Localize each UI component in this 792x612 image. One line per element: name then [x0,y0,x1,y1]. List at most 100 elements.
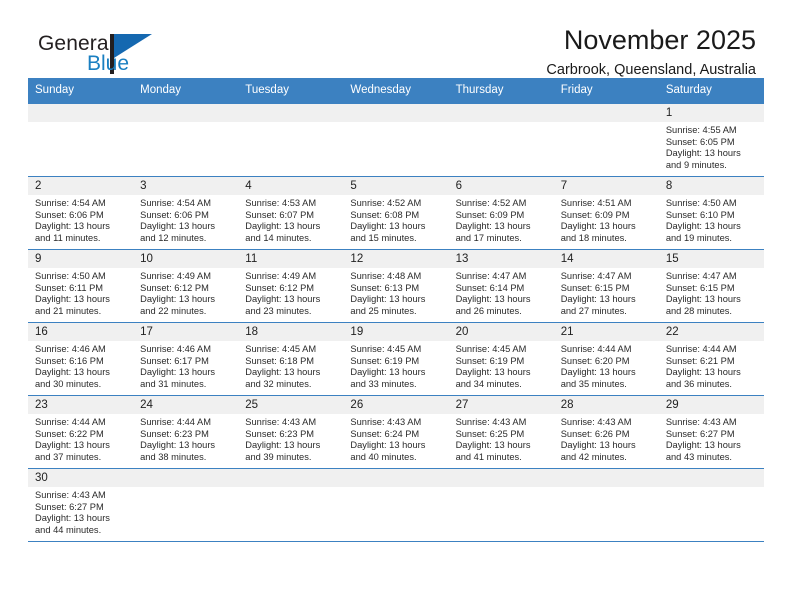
daylight-text-line2: and 28 minutes. [665,305,732,316]
day-cell[interactable]: 17 Sunrise: 4:46 AM Sunset: 6:17 PM Dayl… [133,322,239,396]
day-cell[interactable]: 15 Sunrise: 4:47 AM Sunset: 6:15 PM Dayl… [658,249,764,323]
sunrise-text: Sunrise: 4:46 AM [35,344,106,354]
sunset-text: Sunset: 6:15 PM [560,282,630,293]
day-details [133,487,238,490]
day-details: Sunrise: 4:48 AM Sunset: 6:13 PM Dayligh… [343,268,448,317]
daylight-text-line2: and 38 minutes. [140,451,207,462]
calendar-week-row: 2 Sunrise: 4:54 AM Sunset: 6:06 PM Dayli… [28,176,764,250]
daylight-text-line1: Daylight: 13 hours [455,440,531,451]
sunset-text: Sunset: 6:16 PM [35,355,104,366]
sunset-text: Sunset: 6:13 PM [350,282,420,293]
day-cell[interactable]: 9 Sunrise: 4:50 AM Sunset: 6:11 PM Dayli… [28,249,134,323]
weekday-header-tuesday: Tuesday [238,78,344,104]
daylight-text-line2: and 31 minutes. [140,378,207,389]
day-number: 15 [658,250,764,268]
day-cell[interactable]: 13 Sunrise: 4:47 AM Sunset: 6:14 PM Dayl… [448,249,554,323]
sunset-text: Sunset: 6:10 PM [665,209,735,220]
day-number: 24 [133,396,239,414]
sunset-text: Sunset: 6:09 PM [455,209,525,220]
sunrise-sunset-calendar: Sunday Monday Tuesday Wednesday Thursday… [28,78,764,542]
day-number [343,104,449,122]
day-cell[interactable]: 7 Sunrise: 4:51 AM Sunset: 6:09 PM Dayli… [553,176,659,250]
calendar-week-row: 9 Sunrise: 4:50 AM Sunset: 6:11 PM Dayli… [28,249,764,323]
daylight-text-line2: and 19 minutes. [665,232,732,243]
day-cell[interactable]: 5 Sunrise: 4:52 AM Sunset: 6:08 PM Dayli… [343,176,449,250]
daylight-text-line1: Daylight: 13 hours [665,221,741,232]
day-number: 1 [658,104,764,122]
day-cell[interactable]: 2 Sunrise: 4:54 AM Sunset: 6:06 PM Dayli… [28,176,134,250]
day-number: 27 [448,396,554,414]
day-number: 2 [28,177,134,195]
daylight-text-line2: and 17 minutes. [455,232,522,243]
daylight-text-line1: Daylight: 13 hours [245,440,321,451]
sunrise-text: Sunrise: 4:47 AM [665,271,737,281]
sunrise-text: Sunrise: 4:43 AM [455,417,527,427]
day-number [658,469,764,487]
day-cell[interactable]: 6 Sunrise: 4:52 AM Sunset: 6:09 PM Dayli… [448,176,554,250]
day-number: 21 [553,323,659,341]
sunset-text: Sunset: 6:12 PM [245,282,315,293]
day-cell[interactable]: 10 Sunrise: 4:49 AM Sunset: 6:12 PM Dayl… [133,249,239,323]
sunrise-text: Sunrise: 4:48 AM [350,271,422,281]
logo-text-blue: Blue [87,52,130,75]
sunrise-text: Sunrise: 4:52 AM [350,198,422,208]
sunset-text: Sunset: 6:06 PM [140,209,209,220]
sunset-text: Sunset: 6:27 PM [665,428,735,439]
day-cell[interactable]: 23 Sunrise: 4:44 AM Sunset: 6:22 PM Dayl… [28,395,134,469]
page-subtitle-location: Carbrook, Queensland, Australia [546,62,756,79]
daylight-text-line2: and 36 minutes. [665,378,732,389]
day-number: 10 [133,250,239,268]
sunset-text: Sunset: 6:26 PM [560,428,630,439]
day-details: Sunrise: 4:47 AM Sunset: 6:15 PM Dayligh… [554,268,659,317]
day-cell[interactable]: 20 Sunrise: 4:45 AM Sunset: 6:19 PM Dayl… [448,322,554,396]
general-blue-logo[interactable]: General Blue [30,26,180,82]
sunset-text: Sunset: 6:27 PM [35,501,104,512]
day-number: 23 [28,396,134,414]
day-cell[interactable]: 8 Sunrise: 4:50 AM Sunset: 6:10 PM Dayli… [658,176,764,250]
day-cell[interactable]: 30 Sunrise: 4:43 AM Sunset: 6:27 PM Dayl… [28,468,134,542]
day-cell[interactable]: 3 Sunrise: 4:54 AM Sunset: 6:06 PM Dayli… [133,176,239,250]
calendar-body: 1 Sunrise: 4:55 AM Sunset: 6:05 PM Dayli… [28,103,764,542]
sunset-text: Sunset: 6:18 PM [245,355,315,366]
day-cell[interactable]: 26 Sunrise: 4:43 AM Sunset: 6:24 PM Dayl… [343,395,449,469]
day-cell[interactable]: 25 Sunrise: 4:43 AM Sunset: 6:23 PM Dayl… [238,395,344,469]
day-cell[interactable]: 27 Sunrise: 4:43 AM Sunset: 6:25 PM Dayl… [448,395,554,469]
day-cell-empty [448,103,554,177]
day-details: Sunrise: 4:46 AM Sunset: 6:16 PM Dayligh… [28,341,133,390]
sunset-text: Sunset: 6:05 PM [665,136,735,147]
day-cell[interactable]: 12 Sunrise: 4:48 AM Sunset: 6:13 PM Dayl… [343,249,449,323]
day-details: Sunrise: 4:49 AM Sunset: 6:12 PM Dayligh… [238,268,343,317]
day-cell[interactable]: 18 Sunrise: 4:45 AM Sunset: 6:18 PM Dayl… [238,322,344,396]
sunrise-text: Sunrise: 4:50 AM [665,198,737,208]
sunset-text: Sunset: 6:19 PM [350,355,420,366]
day-cell[interactable]: 1 Sunrise: 4:55 AM Sunset: 6:05 PM Dayli… [658,103,764,177]
weekday-header-saturday: Saturday [658,78,764,104]
sunrise-text: Sunrise: 4:44 AM [140,417,211,427]
day-number: 28 [553,396,659,414]
daylight-text-line1: Daylight: 13 hours [245,294,321,305]
day-number [133,104,239,122]
day-cell[interactable]: 24 Sunrise: 4:44 AM Sunset: 6:23 PM Dayl… [133,395,239,469]
day-cell-empty [448,468,554,542]
weekday-header-friday: Friday [553,78,659,104]
daylight-text-line2: and 44 minutes. [35,524,102,535]
day-details: Sunrise: 4:44 AM Sunset: 6:20 PM Dayligh… [554,341,659,390]
day-cell[interactable]: 19 Sunrise: 4:45 AM Sunset: 6:19 PM Dayl… [343,322,449,396]
sunrise-text: Sunrise: 4:45 AM [455,344,527,354]
daylight-text-line1: Daylight: 13 hours [455,294,531,305]
day-cell[interactable]: 4 Sunrise: 4:53 AM Sunset: 6:07 PM Dayli… [238,176,344,250]
day-cell[interactable]: 16 Sunrise: 4:46 AM Sunset: 6:16 PM Dayl… [28,322,134,396]
day-cell[interactable]: 21 Sunrise: 4:44 AM Sunset: 6:20 PM Dayl… [553,322,659,396]
daylight-text-line2: and 21 minutes. [35,305,102,316]
sunset-text: Sunset: 6:20 PM [560,355,630,366]
day-details [449,487,554,490]
day-number [238,469,344,487]
day-cell[interactable]: 29 Sunrise: 4:43 AM Sunset: 6:27 PM Dayl… [658,395,764,469]
day-details: Sunrise: 4:44 AM Sunset: 6:22 PM Dayligh… [28,414,133,463]
day-number [448,469,554,487]
day-cell[interactable]: 28 Sunrise: 4:43 AM Sunset: 6:26 PM Dayl… [553,395,659,469]
sunset-text: Sunset: 6:09 PM [560,209,630,220]
day-cell[interactable]: 14 Sunrise: 4:47 AM Sunset: 6:15 PM Dayl… [553,249,659,323]
day-cell[interactable]: 11 Sunrise: 4:49 AM Sunset: 6:12 PM Dayl… [238,249,344,323]
day-cell[interactable]: 22 Sunrise: 4:44 AM Sunset: 6:21 PM Dayl… [658,322,764,396]
